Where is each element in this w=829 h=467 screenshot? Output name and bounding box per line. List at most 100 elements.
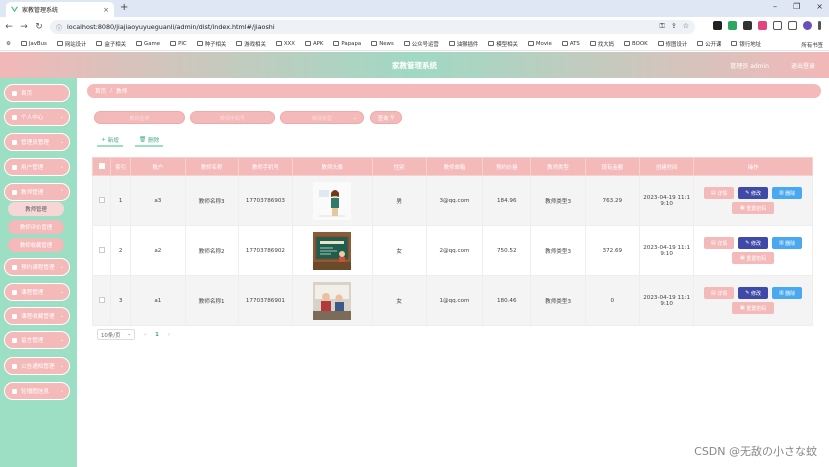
reset-password-button[interactable]: ▣ 重置密码 <box>732 252 775 264</box>
sidepanel-icon[interactable] <box>788 21 797 30</box>
teacher-name-input[interactable]: 教师名称 <box>94 111 185 124</box>
bookmark-4[interactable]: PIC <box>170 41 187 47</box>
sidebar-item-course-favorites[interactable]: 课程收藏管理 ⌄ <box>4 307 70 325</box>
delete-button[interactable]: ▥ 删除 <box>772 187 803 199</box>
teacher-phone-input[interactable]: 教师手机号 <box>190 111 275 124</box>
extension-icon[interactable] <box>728 21 737 30</box>
row-checkbox[interactable] <box>91 175 112 226</box>
sidebar-item-bookings[interactable]: 预约课程管理 ⌄ <box>4 258 70 276</box>
bookmark-2[interactable]: 盒子相关 <box>96 40 126 48</box>
breadcrumb-home[interactable]: 首页 <box>95 87 106 95</box>
teacher-icon <box>12 189 17 195</box>
back-icon[interactable]: ← <box>3 22 15 32</box>
row-checkbox[interactable] <box>91 225 112 276</box>
bookmark-1[interactable]: 网站设计 <box>56 40 86 48</box>
submenu-teacher-manage[interactable]: 教师管理 <box>8 202 64 216</box>
teacher-type-select[interactable]: 教师类型 ⌄ <box>280 111 364 124</box>
key-icon[interactable]: ⚿ <box>660 22 665 31</box>
close-tab-icon[interactable]: × <box>103 6 109 14</box>
forward-icon[interactable]: → <box>18 22 30 32</box>
bookmark-5[interactable]: 种子相关 <box>196 40 226 48</box>
chevron-up-icon: ⌃ <box>59 189 64 195</box>
bookmark-18[interactable]: 修图设计 <box>657 40 687 48</box>
browser-tab[interactable]: 家教管理系统 × <box>6 2 114 17</box>
submenu-teacher-review[interactable]: 教师评价管理 <box>8 220 64 234</box>
bookmark-0[interactable]: JavBus <box>20 41 47 47</box>
folder-icon <box>304 41 311 46</box>
select-all-checkbox[interactable] <box>91 157 112 176</box>
bookmark-17[interactable]: BOOK <box>624 41 648 47</box>
new-tab-icon[interactable]: + <box>120 2 128 13</box>
bookmark-12[interactable]: 油猴插件 <box>448 40 478 48</box>
submenu-teacher-favorite[interactable]: 教师收藏管理 <box>8 238 64 252</box>
bookmark-10[interactable]: News <box>371 41 394 47</box>
add-button[interactable]: + 新增 <box>97 134 123 147</box>
teacher-avatar-image[interactable] <box>313 231 352 270</box>
teacher-avatar-image[interactable] <box>313 281 352 320</box>
bookmark-14[interactable]: Movie <box>527 41 552 47</box>
sidebar-item-admins[interactable]: 管理员管理 ⌄ <box>4 133 70 151</box>
bookmark-19[interactable]: 公开课 <box>697 40 721 48</box>
apps-icon[interactable]: ⚙ <box>6 41 11 47</box>
delete-button[interactable]: ▥ 删除 <box>772 237 803 249</box>
delete-button[interactable]: ▥ 删除 <box>772 287 803 299</box>
restore-icon[interactable]: ❐ <box>793 2 800 11</box>
row-checkbox[interactable] <box>91 275 112 326</box>
site-info-icon[interactable]: ⓘ <box>56 23 62 32</box>
pencil-icon: ✎ <box>745 290 750 296</box>
image-icon <box>12 388 17 394</box>
sidebar-item-profile[interactable]: 个人中心 ⌄ <box>4 108 70 126</box>
puzzle-icon[interactable] <box>773 21 782 30</box>
share-icon[interactable]: ⇪ <box>671 22 677 31</box>
bookmark-13[interactable]: 模型相关 <box>488 40 518 48</box>
detail-button[interactable]: ▤ 详情 <box>704 287 735 299</box>
window-close-icon[interactable]: × <box>816 2 823 11</box>
bookmark-8[interactable]: APK <box>304 41 323 47</box>
all-bookmarks[interactable]: 所有书签 <box>801 41 823 49</box>
detail-button[interactable]: ▤ 详情 <box>704 237 735 249</box>
cell-phone: 17703786902 <box>237 225 294 276</box>
sidebar-item-teachers[interactable]: 教师管理 ⌃ <box>4 183 70 201</box>
bookmark-11[interactable]: 公众号运营 <box>403 40 439 48</box>
bookmark-15[interactable]: ATS <box>561 41 580 47</box>
prev-page-button[interactable]: ‹ <box>144 332 146 338</box>
teacher-avatar-image[interactable] <box>313 181 352 220</box>
reset-password-button[interactable]: ▣ 重置密码 <box>732 202 775 214</box>
sidebar-item-home[interactable]: 首页 <box>4 84 70 102</box>
sidebar-item-courses[interactable]: 课程管理 ⌄ <box>4 283 70 301</box>
edit-button[interactable]: ✎ 修改 <box>738 237 769 249</box>
minimize-icon[interactable]: – <box>773 2 777 11</box>
menu-icon[interactable] <box>818 21 821 30</box>
detail-button[interactable]: ▤ 详情 <box>704 187 735 199</box>
bookmark-7[interactable]: XXX <box>275 41 295 47</box>
cell-gender: 女 <box>371 275 427 326</box>
edit-button[interactable]: ✎ 修改 <box>738 187 769 199</box>
next-page-button[interactable]: › <box>168 332 170 338</box>
sidebar-item-messages[interactable]: 留言管理 ⌄ <box>4 331 70 349</box>
bookmark-20[interactable]: 银行地址 <box>731 40 761 48</box>
profile-avatar[interactable] <box>803 21 812 30</box>
bookmark-3[interactable]: Game <box>136 41 160 47</box>
reload-icon[interactable]: ↻ <box>33 22 45 32</box>
extension-icon[interactable] <box>758 21 767 30</box>
sidebar-item-carousel[interactable]: 轮播图信息 ⌄ <box>4 382 70 400</box>
logout-link[interactable]: 退出登录 <box>791 61 815 70</box>
page-number[interactable]: 1 <box>155 332 159 338</box>
cell-avatar <box>292 225 373 276</box>
edit-button[interactable]: ✎ 修改 <box>738 287 769 299</box>
bookmark-6[interactable]: 游戏相关 <box>236 40 266 48</box>
url-field[interactable]: ⓘ localhost:8080/jiajiaoyuyueguanli/admi… <box>50 20 695 34</box>
extension-icon[interactable] <box>743 21 752 30</box>
bookmark-16[interactable]: 找大妈 <box>589 40 614 48</box>
search-button[interactable]: 查询 ⚲ <box>370 111 402 124</box>
bookmark-9[interactable]: Papapa <box>333 41 361 47</box>
extension-icon[interactable] <box>713 21 722 30</box>
batch-delete-button[interactable]: 🗑 删除 <box>135 134 164 147</box>
reset-password-button[interactable]: ▣ 重置密码 <box>732 302 775 314</box>
folder-icon <box>448 41 455 46</box>
folder-icon <box>333 41 340 46</box>
star-icon[interactable]: ☆ <box>683 22 689 31</box>
sidebar-item-users[interactable]: 用户管理 ⌄ <box>4 158 70 176</box>
sidebar-item-notices[interactable]: 公告通知管理 ⌄ <box>4 357 70 375</box>
page-size-select[interactable]: 10条/页 ⌄ <box>97 329 135 340</box>
